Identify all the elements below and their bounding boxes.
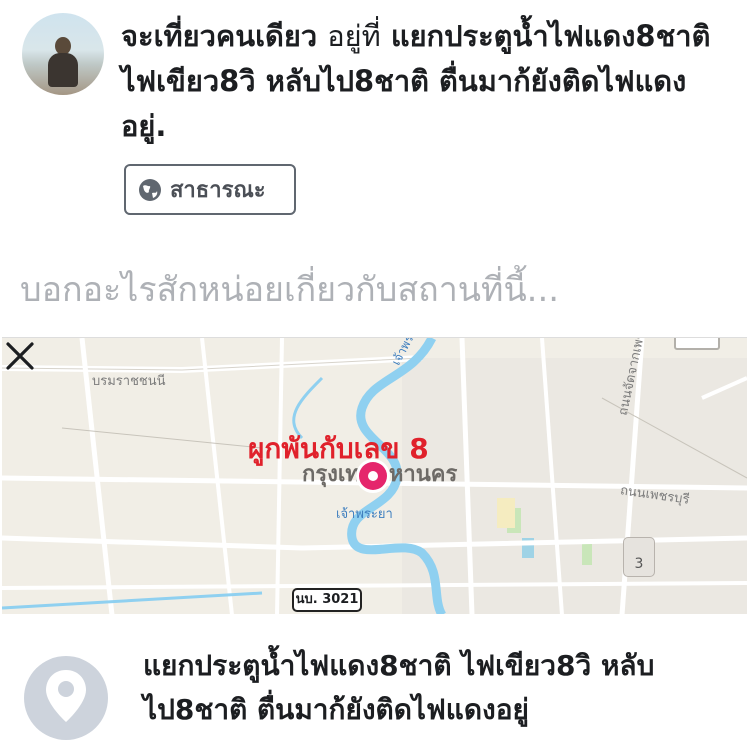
globe-icon	[139, 178, 161, 201]
river-label: เจ้าพระยา	[336, 507, 393, 522]
post-header: จะเที่ยวคนเดียว อยู่ที่ แยกประตูน้ำไฟแดง…	[0, 0, 747, 230]
place-row[interactable]: แยกประตูน้ำไฟแดง8ชาติ ไฟเขียว8วิ หลับไป8…	[0, 614, 747, 740]
road-shield: นบ. 3021	[292, 588, 362, 612]
avatar-figure-body	[48, 53, 78, 87]
privacy-label: สาธารณะ	[170, 178, 266, 203]
avatar[interactable]	[22, 13, 104, 95]
road-label: บรมราชชนนี	[92, 374, 166, 389]
at-text: อยู่ที่	[327, 19, 381, 53]
place-name[interactable]: แยกประตูน้ำไฟแดง8ชาติ ไฟเขียว8วิ หลับไป8…	[143, 644, 733, 732]
map-chip	[674, 338, 720, 350]
location-pin-icon	[46, 670, 86, 722]
map-preview[interactable]: เจ้าพระยา บรมราชชนนี ถนนจัดจากเพช ถนนเพช…	[2, 337, 747, 615]
place-pin-icon	[24, 656, 108, 740]
post-status-text: จะเที่ยวคนเดียว อยู่ที่ แยกประตูน้ำไฟแดง…	[121, 14, 721, 149]
place-comment-input[interactable]: บอกอะไรสักหน่อยเกี่ยวกับสถานที่นี้...	[20, 262, 559, 316]
map-pin-icon	[359, 462, 387, 490]
feeling-text: จะเที่ยวคนเดียว	[121, 19, 318, 53]
close-icon[interactable]	[2, 338, 38, 374]
privacy-selector-button[interactable]: สาธารณะ	[124, 164, 296, 215]
route-badge: 3	[623, 537, 655, 577]
